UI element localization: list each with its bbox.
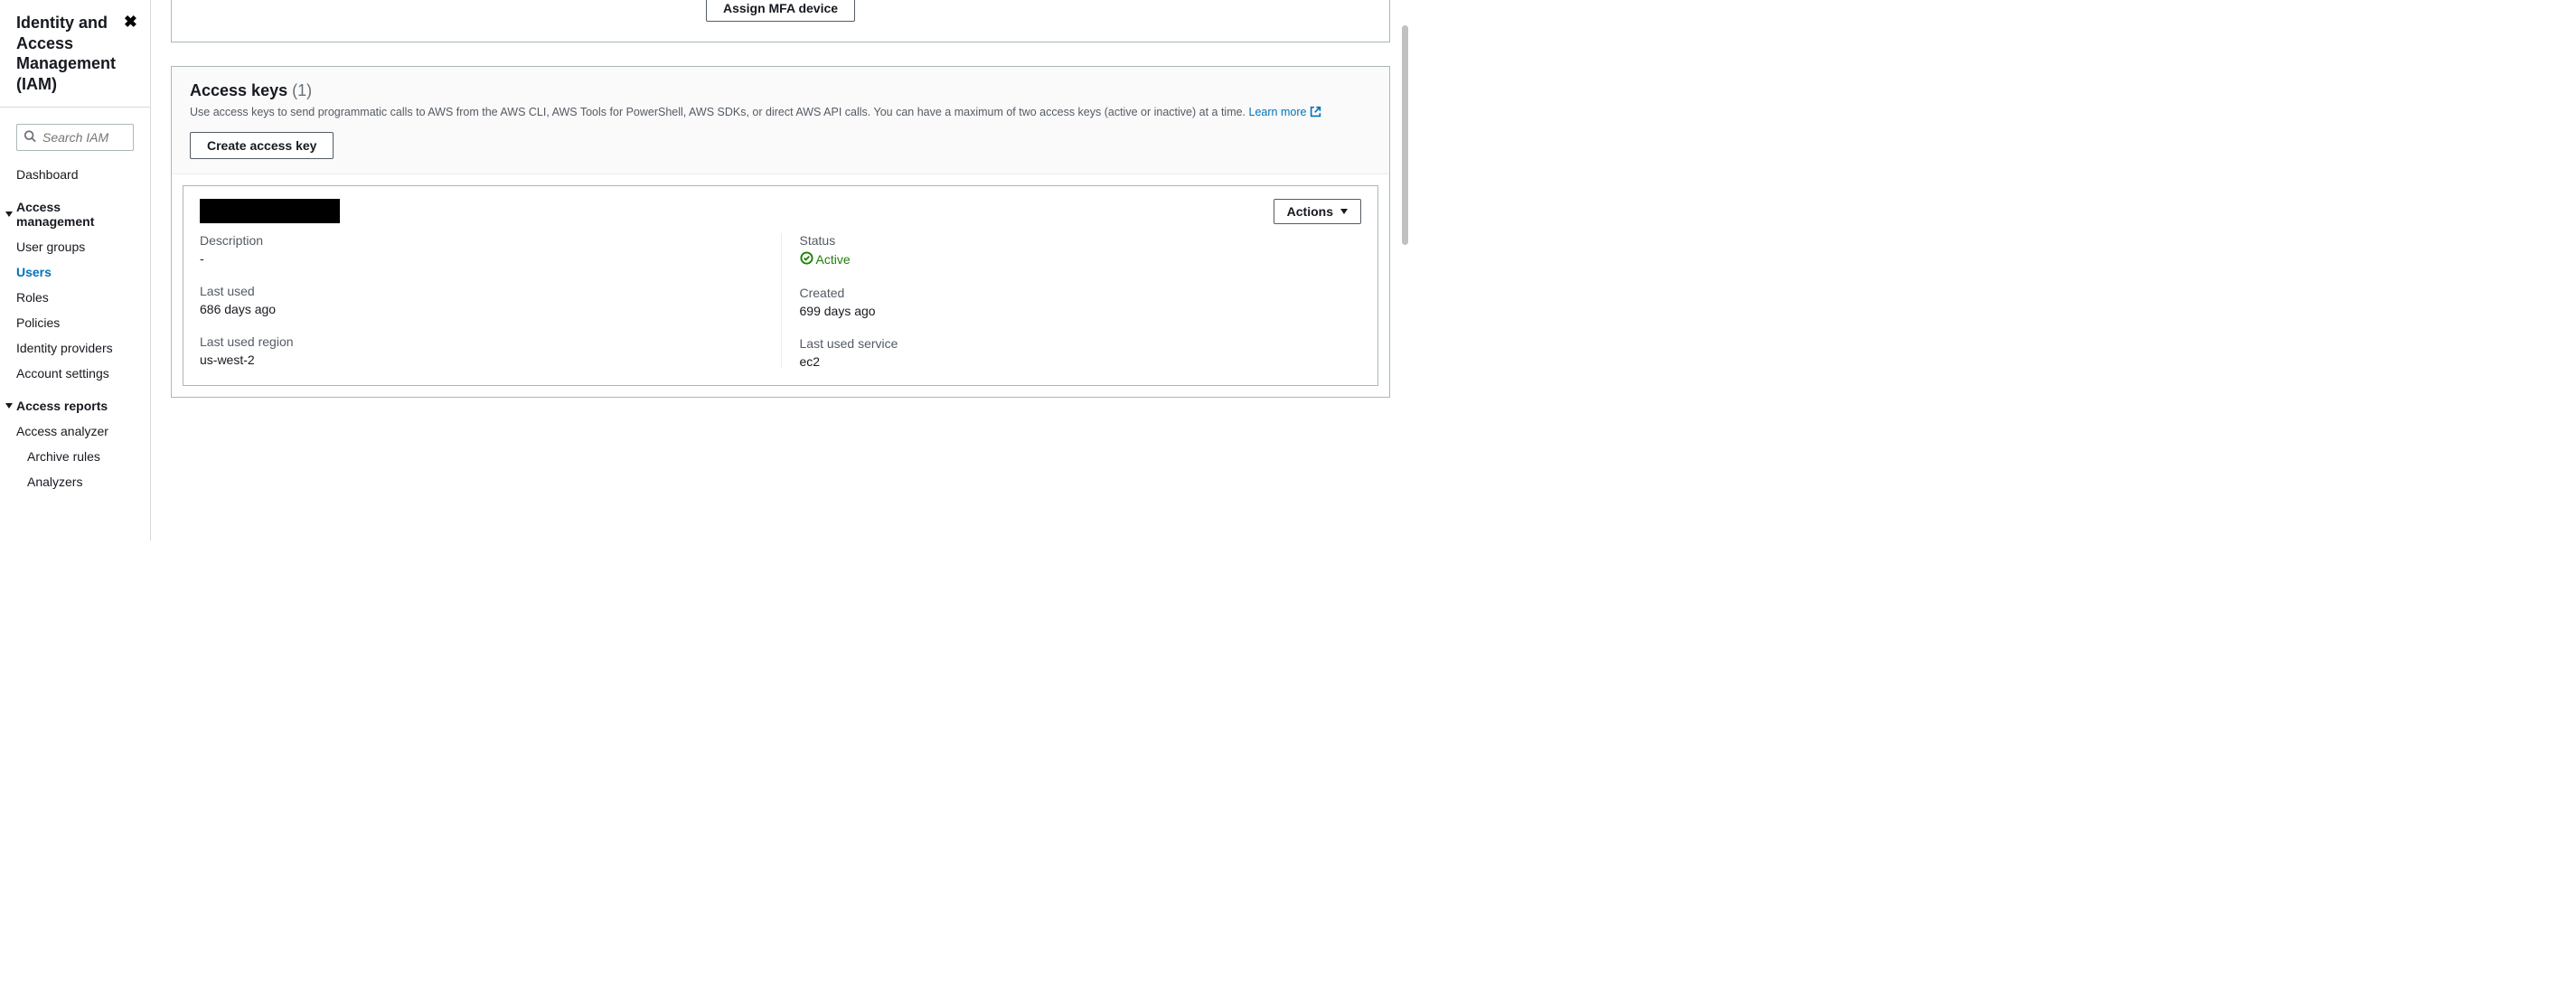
status-active: Active xyxy=(800,251,851,268)
nav-group-label: Access management xyxy=(16,200,134,229)
field-value: - xyxy=(200,251,763,266)
access-keys-body: Actions Description - Last used xyxy=(172,174,1389,397)
access-key-card: Actions Description - Last used xyxy=(183,185,1378,386)
create-access-key-button[interactable]: Create access key xyxy=(190,132,334,159)
nav-item-access-analyzer[interactable]: Access analyzer xyxy=(0,418,150,444)
external-link-icon xyxy=(1310,108,1321,120)
nav-group-label: Access reports xyxy=(16,399,108,413)
nav-item-analyzers[interactable]: Analyzers xyxy=(0,469,150,494)
sidebar-nav: Dashboard Access management User groups … xyxy=(0,158,150,494)
access-key-right-col: Status Active Created 699 d xyxy=(781,233,1362,369)
sidebar: Identity and Access Management (IAM) ✖ D… xyxy=(0,0,151,540)
access-keys-title-text: Access keys xyxy=(190,81,287,99)
actions-button-label: Actions xyxy=(1287,204,1333,219)
field-status: Status Active xyxy=(800,233,1362,268)
access-keys-title: Access keys (1) xyxy=(190,81,1371,100)
check-circle-icon xyxy=(800,251,813,268)
learn-more-link[interactable]: Learn more xyxy=(1249,106,1321,118)
field-created: Created 699 days ago xyxy=(800,286,1362,318)
access-keys-count: (1) xyxy=(292,81,312,99)
mfa-card: Assign MFA device xyxy=(171,0,1390,42)
field-value: 686 days ago xyxy=(200,302,763,316)
field-last-used-service: Last used service ec2 xyxy=(800,336,1362,369)
access-keys-description: Use access keys to send programmatic cal… xyxy=(190,104,1371,123)
field-label: Status xyxy=(800,233,1362,248)
access-key-left-col: Description - Last used 686 days ago Las… xyxy=(200,233,781,369)
scrollbar-track[interactable] xyxy=(1402,0,1408,540)
chevron-down-icon xyxy=(1340,209,1348,214)
field-last-used-region: Last used region us-west-2 xyxy=(200,334,763,367)
sidebar-title: Identity and Access Management (IAM) xyxy=(16,13,124,94)
actions-button[interactable]: Actions xyxy=(1274,199,1361,224)
field-value: 699 days ago xyxy=(800,304,1362,318)
status-value: Active xyxy=(816,252,851,267)
field-label: Last used xyxy=(200,284,763,298)
nav-item-roles[interactable]: Roles xyxy=(0,285,150,310)
field-value: ec2 xyxy=(800,354,1362,369)
nav-item-identity-providers[interactable]: Identity providers xyxy=(0,335,150,361)
nav-group-access-reports[interactable]: Access reports xyxy=(0,386,150,418)
nav-item-users[interactable]: Users xyxy=(0,259,150,285)
sidebar-header: Identity and Access Management (IAM) ✖ xyxy=(0,11,150,108)
field-last-used: Last used 686 days ago xyxy=(200,284,763,316)
chevron-down-icon xyxy=(5,403,13,409)
access-key-details-grid: Description - Last used 686 days ago Las… xyxy=(200,233,1361,369)
learn-more-text: Learn more xyxy=(1249,106,1307,118)
assign-mfa-device-button[interactable]: Assign MFA device xyxy=(706,0,855,22)
search-icon xyxy=(24,130,36,146)
access-keys-description-text: Use access keys to send programmatic cal… xyxy=(190,106,1246,118)
access-key-id-redacted xyxy=(200,199,340,223)
nav-item-policies[interactable]: Policies xyxy=(0,310,150,335)
nav-item-account-settings[interactable]: Account settings xyxy=(0,361,150,386)
field-label: Last used region xyxy=(200,334,763,349)
field-description: Description - xyxy=(200,233,763,266)
access-keys-panel: Access keys (1) Use access keys to send … xyxy=(171,66,1390,398)
field-label: Created xyxy=(800,286,1362,300)
close-icon[interactable]: ✖ xyxy=(124,13,137,32)
nav-item-archive-rules[interactable]: Archive rules xyxy=(0,444,150,469)
field-value: us-west-2 xyxy=(200,352,763,367)
sidebar-search-wrap xyxy=(0,108,150,158)
chevron-down-icon xyxy=(5,212,13,217)
access-keys-header: Access keys (1) Use access keys to send … xyxy=(172,67,1389,174)
nav-item-user-groups[interactable]: User groups xyxy=(0,234,150,259)
main-content: Assign MFA device Access keys (1) Use ac… xyxy=(151,0,1410,540)
search-box xyxy=(16,124,134,151)
field-label: Last used service xyxy=(800,336,1362,351)
nav-item-dashboard[interactable]: Dashboard xyxy=(0,162,150,187)
field-label: Description xyxy=(200,233,763,248)
access-key-card-top: Actions xyxy=(200,199,1361,224)
scrollbar-thumb[interactable] xyxy=(1402,25,1408,245)
nav-group-access-management[interactable]: Access management xyxy=(0,187,150,234)
